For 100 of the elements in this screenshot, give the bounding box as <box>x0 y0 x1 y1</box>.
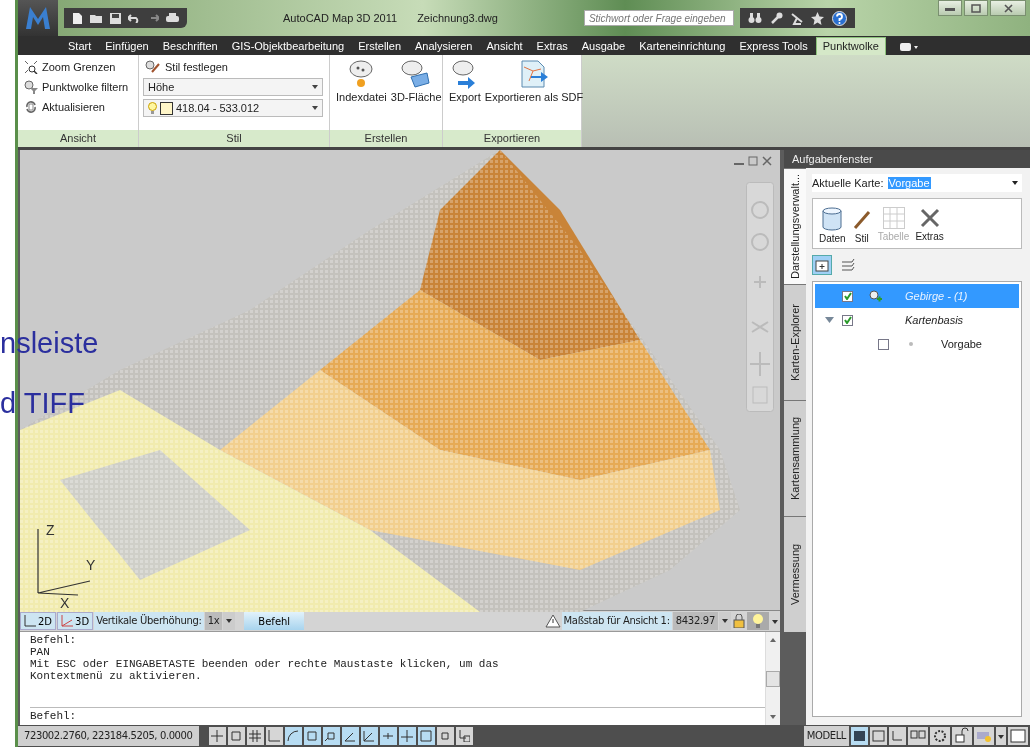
drafting-glyph-icon <box>287 730 299 742</box>
layer-label: Vorgabe <box>940 338 982 350</box>
drafting-toggle[interactable] <box>246 727 264 745</box>
ribbon-button[interactable]: Exportieren als SDF <box>482 59 586 130</box>
map-select[interactable]: Aktuelle Karte: Vorgabe <box>812 174 1022 192</box>
ribbon-tab[interactable]: GIS-Objektbearbeitung <box>225 38 351 55</box>
checkbox[interactable] <box>842 314 853 326</box>
drafting-toggle[interactable] <box>417 727 435 745</box>
layout-view-icon[interactable] <box>889 727 906 745</box>
drafting-toggle[interactable] <box>227 727 245 745</box>
ribbon-tab[interactable]: Extras <box>530 38 574 55</box>
search-field[interactable]: Stichwort oder Frage eingeben <box>583 10 734 26</box>
layer-stack-icon[interactable] <box>840 257 856 273</box>
paint-brush-icon <box>145 60 161 74</box>
drafting-toggle[interactable] <box>379 727 397 745</box>
layer-row[interactable]: Kartenbasis <box>815 308 1019 332</box>
application-menu-button[interactable] <box>18 0 58 36</box>
check-icon <box>843 316 852 324</box>
3d-mode-button[interactable]: 3D <box>57 612 94 631</box>
folder-icon <box>90 12 103 24</box>
drafting-glyph-icon <box>363 730 375 742</box>
drafting-toggle[interactable] <box>265 727 283 745</box>
ribbon-tab[interactable]: Analysieren <box>409 38 479 55</box>
dropdown[interactable]: Höhe <box>143 78 323 96</box>
undo-button[interactable] <box>128 13 140 23</box>
ribbon-tab[interactable]: Einfügen <box>99 38 155 55</box>
ribbon-tab[interactable]: Express Tools <box>733 38 814 55</box>
ribbon-button[interactable]: 3D-Fläche <box>388 59 444 130</box>
side-tab[interactable]: Vermessung <box>784 516 806 632</box>
command-line: Kontextmenü zu aktivieren. <box>30 670 203 683</box>
exaggeration-value[interactable]: 1x <box>204 612 223 631</box>
drafting-toggle[interactable] <box>455 727 473 745</box>
checkbox[interactable] <box>878 338 889 350</box>
drafting-toggle[interactable] <box>398 727 416 745</box>
ribbon-button[interactable]: Indexdatei <box>334 59 389 130</box>
document-title: Zeichnung3.dwg <box>417 12 498 24</box>
ribbon-button[interactable]: Aktualisieren <box>22 99 131 115</box>
tool-button[interactable]: Stil <box>851 207 872 244</box>
drafting-toggle[interactable] <box>284 727 302 745</box>
tool-button[interactable]: Daten <box>819 207 846 244</box>
close-button[interactable] <box>990 0 1026 16</box>
drafting-toggle[interactable] <box>341 727 359 745</box>
command-tab[interactable]: Befehl <box>244 612 305 631</box>
app-logo-icon <box>24 5 52 31</box>
model-view-icon[interactable] <box>851 727 868 745</box>
panel-title: Ansicht <box>18 130 138 147</box>
open-button[interactable] <box>90 12 103 24</box>
scrollbar[interactable] <box>765 632 780 725</box>
expand-triangle-icon[interactable] <box>825 317 834 323</box>
minimize-button[interactable] <box>938 0 962 16</box>
dropdown[interactable]: 418.04 - 533.012 <box>143 99 323 117</box>
lock-icon[interactable] <box>952 727 972 745</box>
ribbon-button[interactable]: Zoom Grenzen <box>22 59 131 75</box>
tool-button[interactable]: Extras <box>915 207 944 244</box>
side-tab[interactable]: Darstellungsverwalt... <box>784 168 806 284</box>
panel-title: Exportieren <box>443 130 581 147</box>
drafting-toggle[interactable] <box>208 727 226 745</box>
new-file-button[interactable] <box>72 11 83 25</box>
scale-value[interactable]: 8432.97 <box>672 612 718 631</box>
axis-label: Z <box>46 522 55 538</box>
ribbon-tab[interactable]: Ansicht <box>480 38 529 55</box>
ribbon-tab[interactable]: Karteneinrichtung <box>633 38 732 55</box>
maximize-button[interactable] <box>964 0 988 16</box>
ribbon-tab[interactable]: Erstellen <box>352 38 407 55</box>
viewport-close-icon[interactable] <box>762 156 772 166</box>
2d-mode-button[interactable]: 2D <box>20 612 57 631</box>
layer-row[interactable]: Vorgabe <box>815 332 1019 356</box>
ribbon-button[interactable]: Export <box>447 59 483 130</box>
save-button[interactable] <box>110 12 121 24</box>
drafting-toggle[interactable] <box>322 727 340 745</box>
database-icon <box>822 207 843 231</box>
style-button[interactable]: Stil festlegen <box>143 59 323 75</box>
help-icon <box>831 10 847 26</box>
drafting-toggle[interactable] <box>303 727 321 745</box>
check-icon <box>843 292 852 300</box>
checkbox[interactable] <box>842 290 853 302</box>
ribbon-tab[interactable]: Beschriften <box>156 38 224 55</box>
ribbon-tab[interactable]: Punktwolke <box>815 37 886 55</box>
scroll-thumb[interactable] <box>766 670 780 687</box>
drafting-glyph-icon <box>230 730 242 742</box>
table-icon <box>882 207 905 229</box>
help-button[interactable] <box>831 10 847 26</box>
drafting-toggle[interactable] <box>360 727 378 745</box>
viewports-icon[interactable] <box>908 727 928 745</box>
lightbulb-icon[interactable] <box>747 612 769 631</box>
undo-icon <box>128 13 140 23</box>
minimize-icon <box>945 5 955 11</box>
ribbon-tab[interactable]: Start <box>62 38 98 55</box>
side-tab[interactable]: Karten-Explorer <box>784 284 806 400</box>
warning-icon <box>544 614 561 629</box>
ribbon-tab[interactable]: Ausgabe <box>575 38 632 55</box>
drafting-glyph-icon <box>420 730 432 742</box>
command-line: Befehl: <box>30 634 78 647</box>
ribbon-button[interactable]: Punktwolke filtern <box>22 79 131 95</box>
side-tab[interactable]: Kartensammlung <box>784 400 806 516</box>
drafting-toggle[interactable] <box>436 727 454 745</box>
print-button[interactable] <box>166 12 179 24</box>
model-space-label[interactable]: MODELL <box>803 726 849 746</box>
layers-add-icon[interactable] <box>814 257 830 273</box>
map-export-icon <box>519 59 549 89</box>
